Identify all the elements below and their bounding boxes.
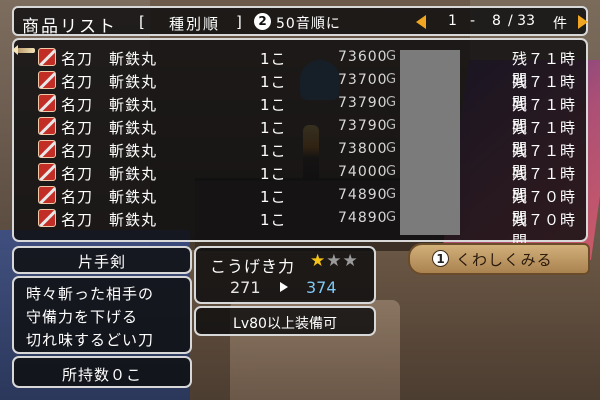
page-separator: - (470, 13, 476, 29)
item-quantity: 1こ (260, 188, 287, 206)
item-price: 74890 (338, 187, 388, 203)
page-unit: 件 (553, 16, 567, 32)
currency-label: G (386, 95, 398, 110)
item-quantity: 1こ (260, 165, 287, 183)
arrow-left-icon[interactable] (416, 15, 426, 29)
item-price: 73800 (338, 141, 388, 157)
equip-requirement-window: Lv80以上装備可 (194, 306, 376, 336)
description-line: 守備力を下げる (26, 308, 139, 326)
item-price: 73700 (338, 72, 388, 88)
list-item[interactable]: 名刀 斬鉄丸 1こ 73800 G 残７１時間 (14, 138, 586, 181)
page-end: 8 (492, 13, 501, 29)
sword-icon (38, 186, 56, 204)
item-name: 名刀 斬鉄丸 (61, 73, 158, 91)
currency-label: G (386, 118, 398, 133)
sort-toggle-button[interactable]: 50音順に (276, 13, 341, 33)
arrow-right-icon (280, 282, 288, 292)
item-name: 名刀 斬鉄丸 (61, 50, 158, 68)
view-details-label: くわしくみる (456, 251, 553, 269)
new-attack-value: 374 (306, 278, 337, 297)
view-details-button[interactable]: 1 くわしくみる (408, 243, 590, 275)
sword-icon (38, 163, 56, 181)
list-item[interactable]: 名刀 斬鉄丸 1こ 73790 G 残７１時間 (14, 115, 586, 158)
page-start: 1 (448, 13, 457, 29)
item-description-window: 時々斬った相手の 守備力を下げる 切れ味するどい刀 (12, 276, 192, 354)
sword-icon (38, 117, 56, 135)
item-price: 73600 (338, 49, 388, 65)
list-item[interactable]: 名刀 斬鉄丸 1こ 73700 G 残７１時間 (14, 69, 586, 112)
description-line: 時々斬った相手の (26, 285, 155, 303)
currency-label: G (386, 164, 398, 179)
list-item[interactable]: 名刀 斬鉄丸 1こ 74000 G 残７１時間 (14, 161, 586, 204)
item-price: 73790 (338, 95, 388, 111)
item-type-window: 片手剣 (12, 246, 192, 274)
sword-icon (38, 71, 56, 89)
item-list-window: 名刀 斬鉄丸 1こ 73600 G 残７１時間 名刀 斬鉄丸 1こ 73700 … (12, 38, 588, 250)
list-item[interactable]: 名刀 斬鉄丸 1こ 74890 G 残７０時間 (14, 184, 586, 227)
page-total: / 33 (508, 13, 535, 29)
attack-stats-window: こうげき力 ★★★ 271 374 (194, 246, 376, 304)
item-name: 名刀 斬鉄丸 (61, 211, 158, 229)
item-quantity: 1こ (260, 73, 287, 91)
list-item[interactable]: 名刀 斬鉄丸 1こ 73600 G 残７１時間 (14, 46, 586, 89)
current-attack-value: 271 (230, 278, 261, 297)
owned-count-label: 所持数０こ (61, 366, 142, 384)
currency-label: G (386, 141, 398, 156)
star-filled-icon: ★ (310, 251, 327, 271)
item-name: 名刀 斬鉄丸 (61, 96, 158, 114)
currency-label: G (386, 49, 398, 64)
item-name: 名刀 斬鉄丸 (61, 119, 158, 137)
star-empty-icon: ★ (342, 251, 359, 271)
item-name: 名刀 斬鉄丸 (61, 188, 158, 206)
button-1-icon: 1 (432, 250, 449, 267)
currency-label: G (386, 187, 398, 202)
star-empty-icon: ★ (326, 251, 343, 271)
list-item[interactable]: 名刀 斬鉄丸 1こ 73790 G 残７１時間 (14, 92, 586, 135)
item-quantity: 1こ (260, 119, 287, 137)
item-price: 73790 (338, 118, 388, 134)
item-quantity: 1こ (260, 50, 287, 68)
button-2-icon[interactable]: 2 (254, 13, 271, 30)
item-quantity: 1こ (260, 211, 287, 229)
sword-icon (38, 94, 56, 112)
sort-bracket-close: ] (236, 13, 242, 31)
item-type-label: 片手剣 (77, 253, 126, 271)
currency-label: G (386, 210, 398, 225)
arrow-right-icon[interactable] (578, 15, 588, 29)
list-item[interactable]: 名刀 斬鉄丸 1こ 74890 G 残７０時間 (14, 207, 586, 250)
description-line: 切れ味するどい刀 (26, 331, 155, 349)
current-sort-label: 種別順 (169, 15, 221, 33)
item-name: 名刀 斬鉄丸 (61, 165, 158, 183)
attack-power-label: こうげき力 (210, 257, 296, 276)
sword-icon (38, 48, 56, 66)
equip-requirement-label: Lv80以上装備可 (233, 316, 337, 332)
list-title: 商品リスト (22, 17, 117, 37)
item-quantity: 1こ (260, 96, 287, 114)
item-price: 74890 (338, 210, 388, 226)
currency-label: G (386, 72, 398, 87)
owned-count-window: 所持数０こ (12, 356, 192, 388)
star-rating: ★★★ (310, 251, 359, 271)
item-price: 74000 (338, 164, 388, 180)
sort-bracket-open: [ (139, 13, 145, 31)
sword-icon (38, 140, 56, 158)
item-name: 名刀 斬鉄丸 (61, 142, 158, 160)
sword-icon (38, 209, 56, 227)
item-quantity: 1こ (260, 142, 287, 160)
list-header: 商品リスト [ 種別順 ] 2 50音順に 1 - 8 / 33 件 (12, 6, 588, 37)
